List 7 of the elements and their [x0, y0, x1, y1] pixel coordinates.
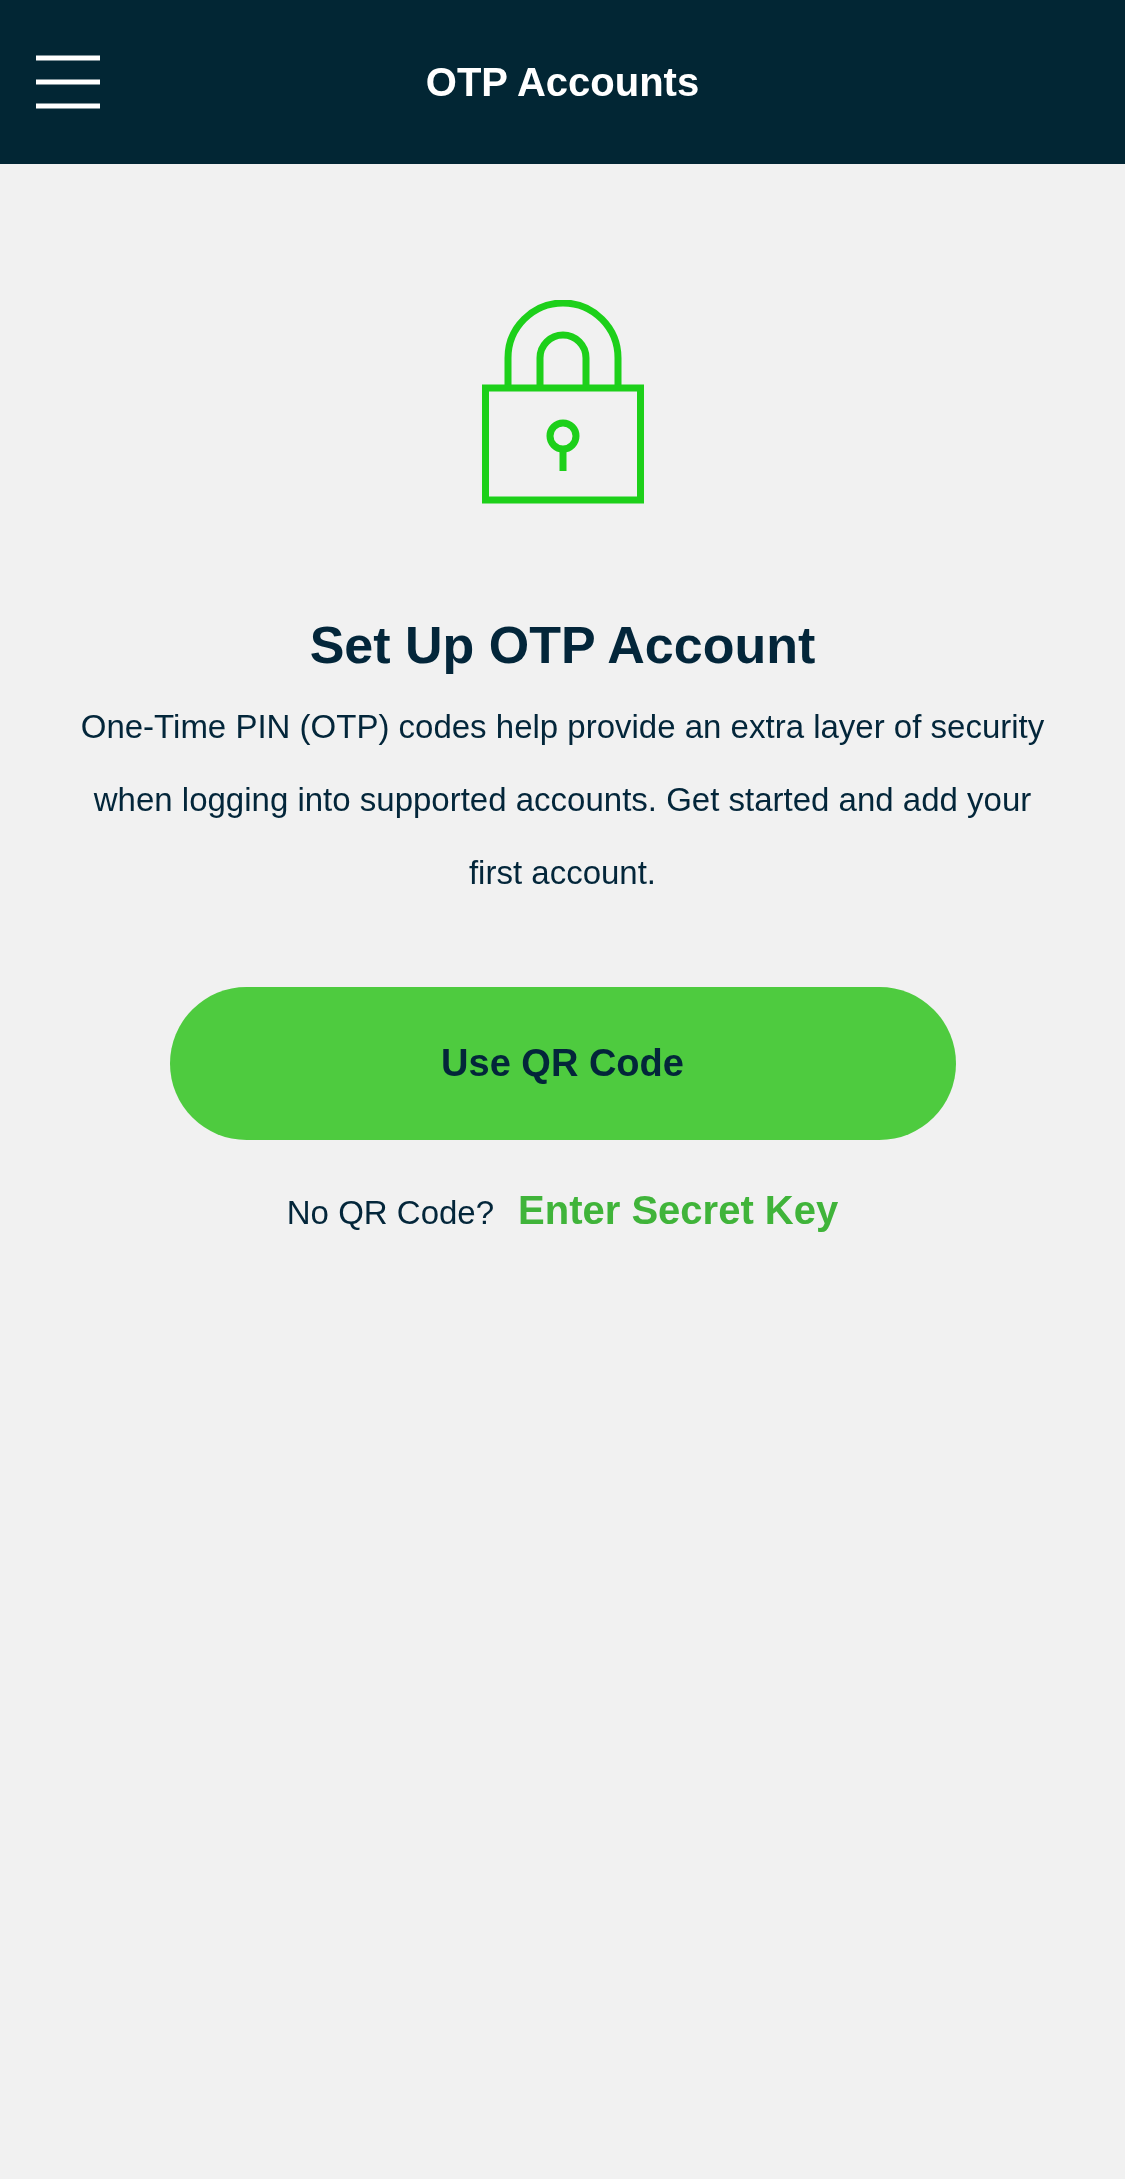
header-title: OTP Accounts — [425, 59, 700, 106]
menu-icon — [36, 55, 100, 109]
heading: Set Up OTP Account — [309, 615, 816, 676]
description: One-Time PIN (OTP) codes help provide an extra layer of security when logging into supported accounts. Get started and add your first account. — [79, 707, 1046, 894]
qr-code-button[interactable]: Use QR Code — [169, 987, 956, 1141]
prompt-text: No QR Code? — [286, 1193, 495, 1234]
padlock-icon — [481, 300, 644, 504]
